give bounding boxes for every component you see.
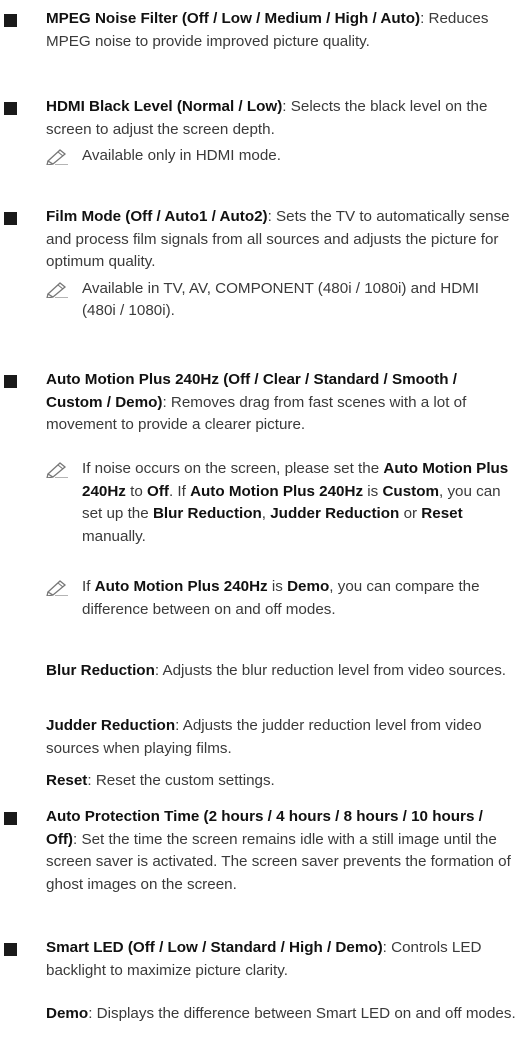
note-fragment: is <box>267 578 288 595</box>
bullet-square-icon <box>4 14 17 27</box>
item-paragraph: HDMI Black Level (Normal / Low): Selects… <box>46 96 516 141</box>
item-paragraph: Film Mode (Off / Auto1 / Auto2): Sets th… <box>46 206 516 274</box>
note-fragment: or <box>399 505 422 522</box>
item-paragraph: MPEG Noise Filter (Off / Low / Medium / … <box>46 8 516 53</box>
note-keyword: Auto Motion Plus 240Hz <box>190 482 364 500</box>
note-fragment: is <box>363 482 383 500</box>
note-fragment: . If <box>168 482 191 500</box>
note-text: Available only in HDMI mode. <box>82 147 281 164</box>
item-title: MPEG Noise Filter (Off / Low / Medium / … <box>46 10 421 27</box>
note-keyword: Demo <box>287 578 330 595</box>
note-fragment: If noise occurs on the screen, please se… <box>82 460 384 477</box>
note-keyword: Off <box>147 482 169 500</box>
note-text: If noise occurs on the screen, please se… <box>82 458 512 548</box>
note-keyword: Reset <box>421 505 463 522</box>
sub-item-blur-reduction: Blur Reduction: Adjusts the blur reducti… <box>46 660 516 683</box>
note-fragment: If <box>82 578 95 595</box>
bullet-square-icon <box>4 812 17 825</box>
note-pencil-icon <box>46 281 68 298</box>
item-paragraph: Smart LED (Off / Low / Standard / High /… <box>46 937 516 982</box>
sub-item-description: : Adjusts the blur reduction level from … <box>154 662 507 679</box>
note-keyword: Blur Reduction <box>152 505 262 522</box>
list-item-film-mode: Film Mode (Off / Auto1 / Auto2): Sets th… <box>0 206 531 323</box>
note-noise: If noise occurs on the screen, please se… <box>0 458 531 548</box>
note: Available in TV, AV, COMPONENT (480i / 1… <box>46 278 516 323</box>
note-keyword: Auto Motion Plus 240Hz <box>94 578 268 595</box>
list-item-auto-protection-time: Auto Protection Time (2 hours / 4 hours … <box>0 806 531 896</box>
note: If Auto Motion Plus 240Hz is Demo, you c… <box>46 576 516 621</box>
sub-item-label: Demo <box>46 1005 89 1022</box>
note-keyword: Judder Reduction <box>270 505 400 522</box>
bullet-square-icon <box>4 375 17 388</box>
note-text: Available in TV, AV, COMPONENT (480i / 1… <box>82 279 480 320</box>
bullet-square-icon <box>4 102 17 115</box>
note-keyword: Custom <box>382 482 439 500</box>
note-fragment: , <box>261 505 271 522</box>
note-pencil-icon <box>46 580 68 596</box>
list-item-hdmi-black-level: HDMI Black Level (Normal / Low): Selects… <box>0 96 531 168</box>
item-title: Film Mode (Off / Auto1 / Auto2) <box>46 208 268 225</box>
note-text: If Auto Motion Plus 240Hz is Demo, you c… <box>82 576 512 621</box>
sub-item-demo: Demo: Displays the difference between Sm… <box>46 1003 516 1026</box>
bullet-square-icon <box>4 943 17 956</box>
note-fragment: to <box>125 482 148 500</box>
sub-item-judder-reduction: Judder Reduction: Adjusts the judder red… <box>46 715 516 760</box>
item-paragraph: Auto Motion Plus 240Hz (Off / Clear / St… <box>46 369 516 437</box>
note: Available only in HDMI mode. <box>46 145 516 168</box>
note: If noise occurs on the screen, please se… <box>46 458 516 548</box>
item-description: : Set the time the screen remains idle w… <box>46 830 511 893</box>
sub-item-description: : Reset the custom settings. <box>87 772 275 789</box>
item-paragraph: Auto Protection Time (2 hours / 4 hours … <box>46 806 516 896</box>
item-title: HDMI Black Level (Normal / Low) <box>46 98 283 115</box>
sub-item-label: Reset <box>46 772 88 789</box>
sub-item-label: Judder Reduction <box>46 717 176 734</box>
note-pencil-icon <box>46 149 68 165</box>
note-demo: If Auto Motion Plus 240Hz is Demo, you c… <box>0 576 531 621</box>
manual-page: MPEG Noise Filter (Off / Low / Medium / … <box>0 0 531 1053</box>
sub-item-label: Blur Reduction <box>46 662 155 679</box>
sub-item-description: : Displays the difference between Smart … <box>88 1005 516 1022</box>
list-item-smart-led: Smart LED (Off / Low / Standard / High /… <box>0 937 531 982</box>
sub-item-reset: Reset: Reset the custom settings. <box>46 770 516 793</box>
item-title: Smart LED (Off / Low / Standard / High /… <box>46 939 383 956</box>
list-item-auto-motion-plus: Auto Motion Plus 240Hz (Off / Clear / St… <box>0 369 531 437</box>
list-item-mpeg-noise-filter: MPEG Noise Filter (Off / Low / Medium / … <box>0 8 531 53</box>
note-pencil-icon <box>46 462 68 478</box>
note-fragment: manually. <box>82 527 146 545</box>
bullet-square-icon <box>4 212 17 225</box>
